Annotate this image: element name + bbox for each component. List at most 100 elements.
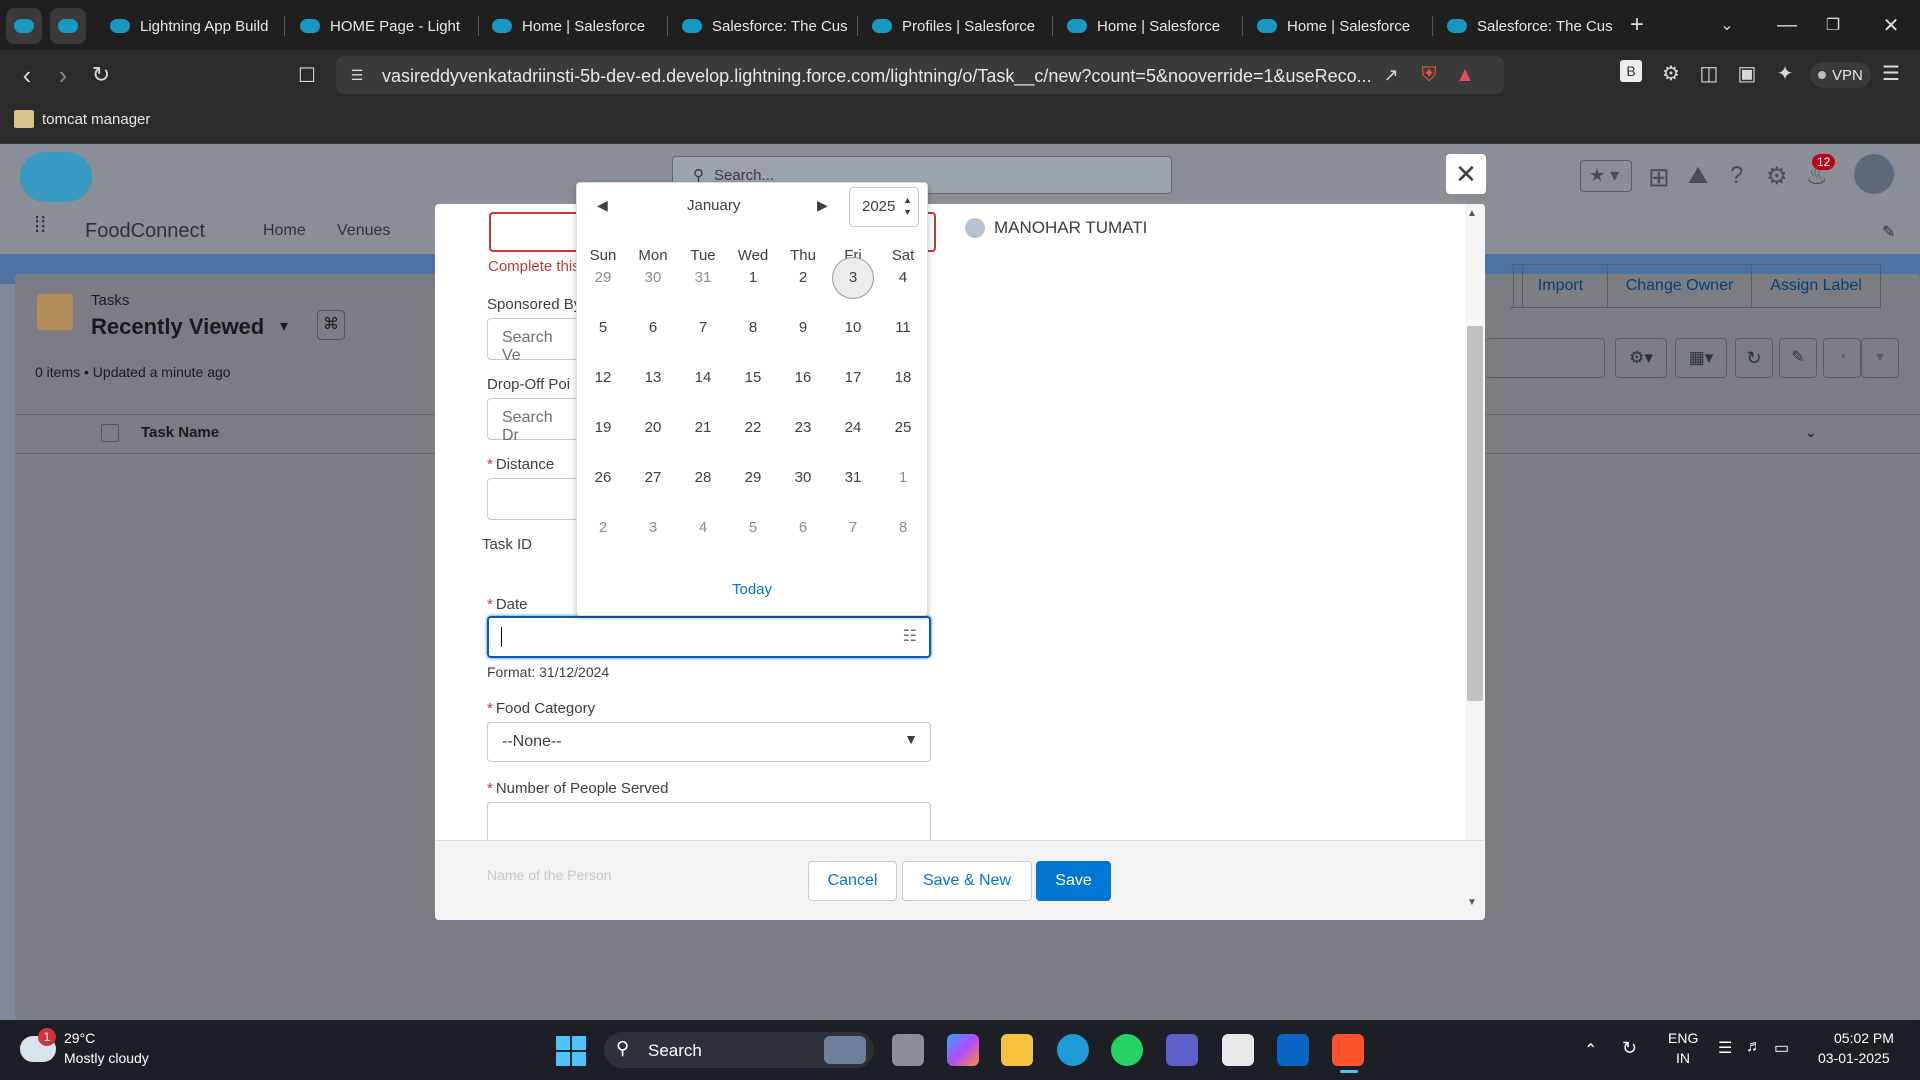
calendar-day[interactable]: 2 xyxy=(578,507,628,549)
weather-temp[interactable]: 29°C xyxy=(64,1030,95,1046)
calendar-day[interactable]: 28 xyxy=(678,457,728,499)
distance-input[interactable] xyxy=(487,478,577,520)
year-spinner-icon[interactable]: ▲ ▼ xyxy=(903,194,912,218)
calendar-day[interactable]: 6 xyxy=(628,307,678,349)
extensions-icon[interactable]: ⚙ xyxy=(1656,58,1686,88)
close-modal-icon[interactable]: ✕ xyxy=(1446,154,1486,194)
start-button[interactable] xyxy=(556,1036,586,1066)
tab-search-chevron-icon[interactable]: ⌄ xyxy=(1712,10,1742,40)
help-icon[interactable]: ? xyxy=(1730,162,1743,190)
vpn-button[interactable]: VPN xyxy=(1810,62,1871,88)
reload-icon[interactable]: ↻ xyxy=(86,60,116,90)
volume-icon[interactable]: ♬ xyxy=(1746,1038,1762,1056)
today-button[interactable]: Today xyxy=(577,581,927,598)
wifi-icon[interactable]: ☰ xyxy=(1718,1038,1732,1058)
assign-label-button[interactable]: Assign Label xyxy=(1751,264,1881,308)
share-icon[interactable]: ↗ xyxy=(1376,60,1406,90)
calendar-day[interactable]: 31 xyxy=(828,457,878,499)
browser-tab[interactable]: Salesforce: The Cus xyxy=(670,8,855,44)
calendar-day[interactable]: 13 xyxy=(628,357,678,399)
calendar-day[interactable]: 30 xyxy=(628,257,678,299)
store-icon[interactable] xyxy=(1222,1034,1254,1066)
calendar-day[interactable]: 4 xyxy=(878,257,928,299)
calendar-day[interactable]: 15 xyxy=(728,357,778,399)
app-launcher-icon[interactable]: ⁞⁞ xyxy=(34,212,46,238)
scrollbar-thumb[interactable] xyxy=(1467,326,1483,701)
select-all-checkbox[interactable] xyxy=(101,424,119,442)
calendar-day[interactable]: 8 xyxy=(878,507,928,549)
edge-icon[interactable] xyxy=(1057,1034,1089,1066)
site-info-icon[interactable]: ☰ xyxy=(342,60,372,90)
global-actions-icon[interactable]: ⊞ xyxy=(1648,162,1670,193)
new-tab-icon[interactable]: + xyxy=(1622,10,1652,40)
save-button[interactable]: Save xyxy=(1036,861,1111,901)
calendar-day[interactable]: 23 xyxy=(778,407,828,449)
food-category-select[interactable]: --None-- ▼ xyxy=(487,722,931,762)
column-menu-chevron-icon[interactable]: ⌄ xyxy=(1805,424,1817,441)
dropoff-input[interactable]: Search Dr xyxy=(487,398,577,444)
calendar-day-today[interactable]: 3 xyxy=(828,257,878,299)
calendar-day[interactable]: 20 xyxy=(628,407,678,449)
language-code[interactable]: ENG xyxy=(1668,1030,1698,1046)
calendar-day[interactable]: 26 xyxy=(578,457,628,499)
calendar-day[interactable]: 4 xyxy=(678,507,728,549)
calendar-day[interactable]: 12 xyxy=(578,357,628,399)
calendar-day[interactable]: 16 xyxy=(778,357,828,399)
favorites-icon[interactable]: ★ ▾ xyxy=(1580,160,1632,192)
edit-nav-icon[interactable]: ✎ xyxy=(1882,222,1895,242)
owner-name[interactable]: MANOHAR TUMATI xyxy=(994,218,1147,238)
calendar-day[interactable]: 1 xyxy=(728,257,778,299)
people-served-input[interactable] xyxy=(487,802,931,840)
calendar-day[interactable]: 31 xyxy=(678,257,728,299)
language-region[interactable]: IN xyxy=(1676,1050,1690,1066)
browser-tab[interactable]: HOME Page - Light xyxy=(288,8,478,44)
browser-tab[interactable]: Home | Salesforce xyxy=(480,8,665,44)
list-settings-icon[interactable]: ⚙▾ xyxy=(1615,338,1667,378)
column-task-name[interactable]: Task Name xyxy=(141,424,219,441)
import-button[interactable]: Import xyxy=(1513,264,1608,308)
taskbar-search[interactable]: ⚲ Search xyxy=(604,1032,874,1068)
calendar-day[interactable]: 7 xyxy=(678,307,728,349)
restore-icon[interactable]: ❐ xyxy=(1818,10,1848,40)
cancel-button[interactable]: Cancel xyxy=(808,861,897,901)
tray-chevron-icon[interactable]: ⌃ xyxy=(1584,1040,1597,1060)
weather-desc[interactable]: Mostly cloudy xyxy=(64,1050,149,1066)
brave-rewards-icon[interactable]: ▲ xyxy=(1450,60,1480,90)
scroll-up-icon[interactable]: ▲ xyxy=(1467,208,1477,219)
calendar-day[interactable]: 24 xyxy=(828,407,878,449)
brave-shield-icon[interactable]: ⛨ xyxy=(1414,60,1444,90)
calendar-day[interactable]: 8 xyxy=(728,307,778,349)
browser-tab[interactable]: Home | Salesforce xyxy=(1055,8,1240,44)
setup-gear-icon[interactable]: ⚙ xyxy=(1766,162,1788,191)
calendar-day[interactable]: 30 xyxy=(778,457,828,499)
display-as-table-icon[interactable]: ▦▾ xyxy=(1675,338,1727,378)
calendar-day[interactable]: 11 xyxy=(878,307,928,349)
brave-icon[interactable] xyxy=(1332,1034,1364,1066)
inline-edit-icon[interactable]: ✎ xyxy=(1779,338,1817,378)
calendar-day[interactable]: 21 xyxy=(678,407,728,449)
nav-venues[interactable]: Venues xyxy=(337,222,390,240)
close-window-icon[interactable]: ✕ xyxy=(1876,10,1906,40)
calendar-day[interactable]: 3 xyxy=(628,507,678,549)
browser-tab[interactable]: Salesforce: The Cus xyxy=(1435,8,1615,44)
calendar-day[interactable]: 29 xyxy=(728,457,778,499)
extension-b-icon[interactable]: B xyxy=(1620,60,1642,82)
pinned-tab[interactable] xyxy=(6,8,42,44)
forward-icon[interactable]: › xyxy=(48,60,78,90)
calendar-day[interactable]: 22 xyxy=(728,407,778,449)
copilot-icon[interactable] xyxy=(947,1034,979,1066)
year-select[interactable]: 2025 ▲ ▼ xyxy=(849,187,919,227)
back-icon[interactable]: ‹ xyxy=(12,60,42,90)
calendar-day[interactable]: 14 xyxy=(678,357,728,399)
calendar-day[interactable]: 7 xyxy=(828,507,878,549)
file-explorer-icon[interactable] xyxy=(1001,1034,1033,1066)
save-and-new-button[interactable]: Save & New xyxy=(902,861,1032,901)
chart-icon[interactable]: ◔ xyxy=(1823,338,1861,378)
sponsored-by-input[interactable]: Search Ve xyxy=(487,318,577,364)
minimize-icon[interactable]: — xyxy=(1772,10,1802,40)
menu-icon[interactable]: ☰ xyxy=(1876,58,1906,88)
task-name-input[interactable] xyxy=(489,212,579,252)
scroll-down-icon[interactable]: ▼ xyxy=(1467,897,1477,908)
whatsapp-icon[interactable] xyxy=(1111,1034,1143,1066)
browser-tab[interactable]: Lightning App Build xyxy=(98,8,283,44)
